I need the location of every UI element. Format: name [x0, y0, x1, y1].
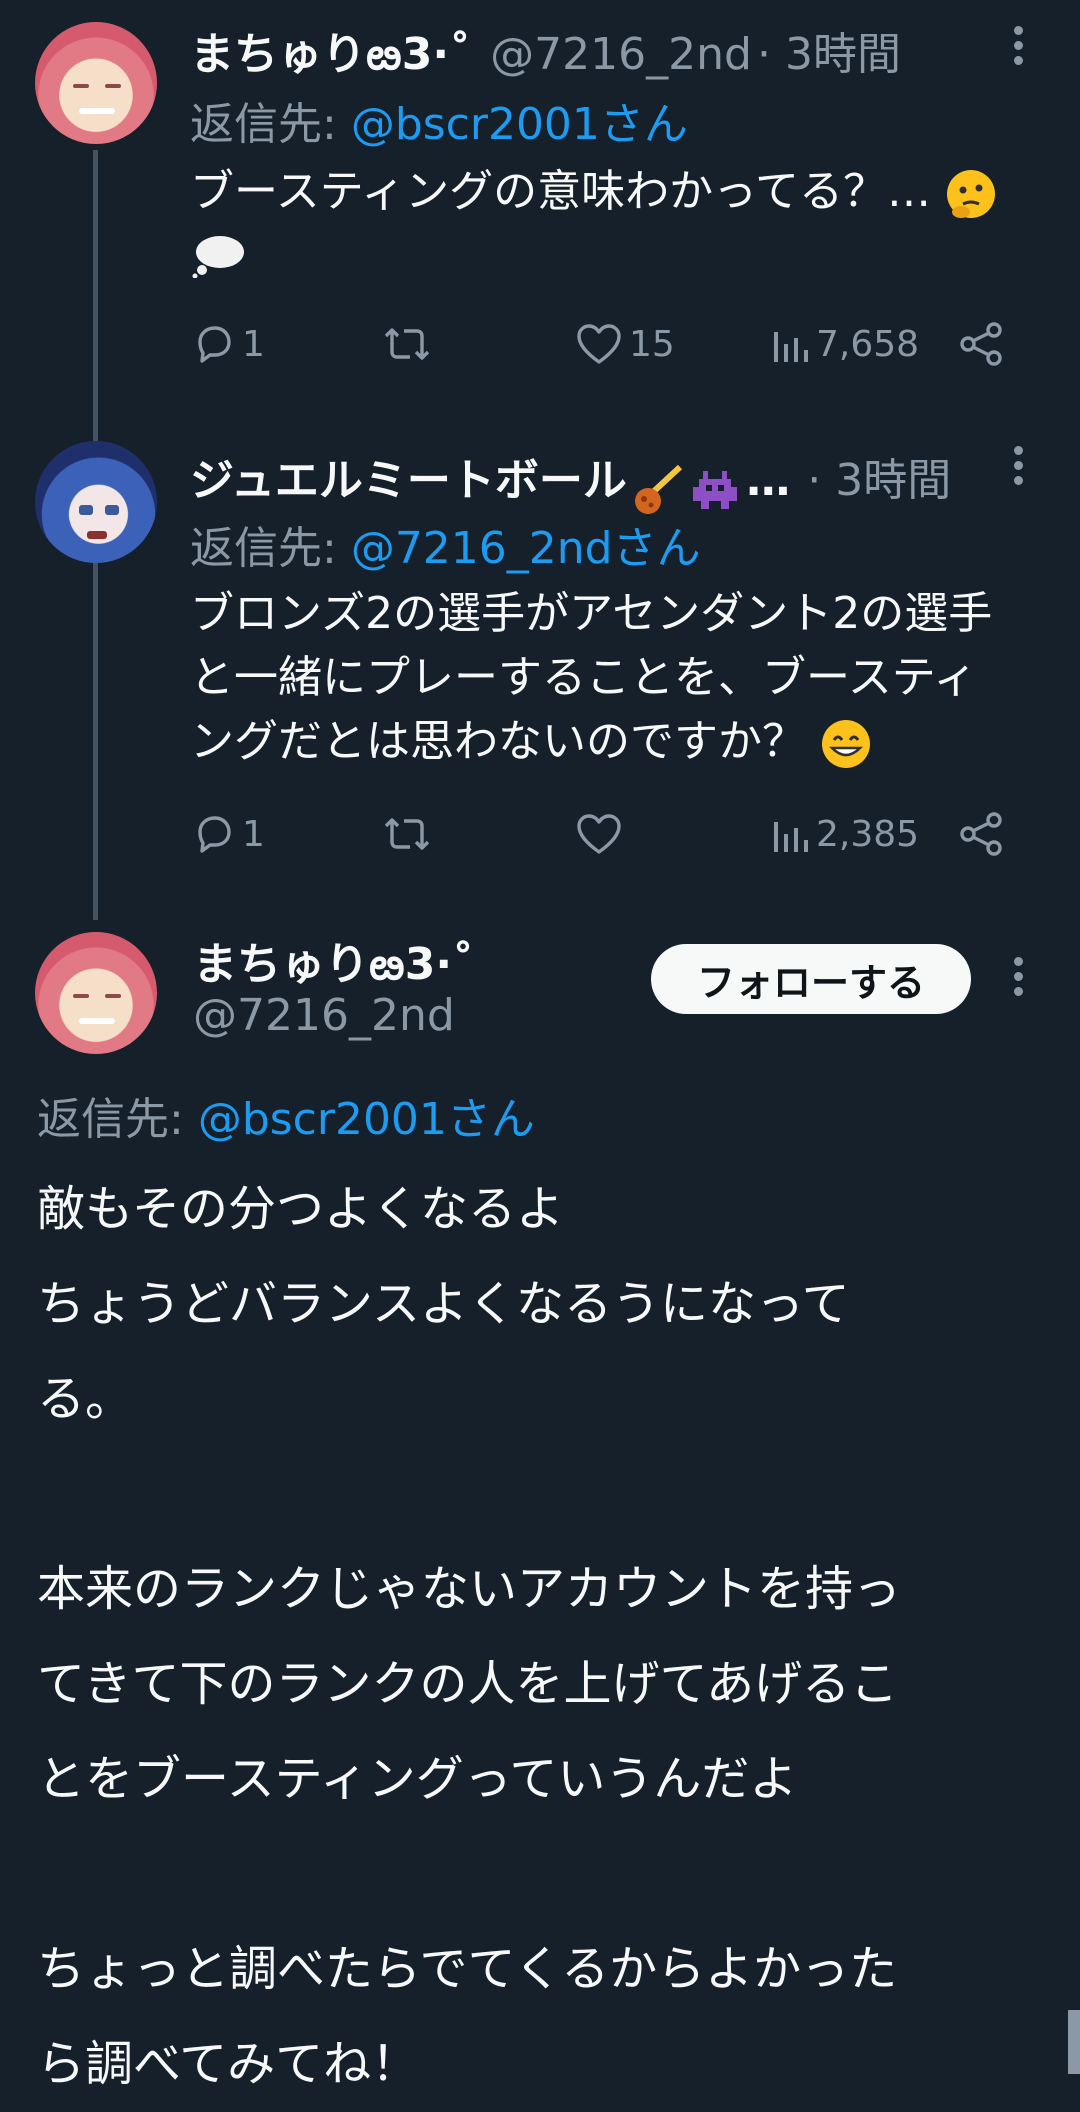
name-ellipsis: …: [746, 455, 791, 506]
reply-count: 1: [242, 813, 265, 855]
like-icon: [577, 324, 621, 364]
like-button[interactable]: [575, 812, 623, 856]
retweet-icon: [384, 818, 430, 850]
tweet-body: 敵もその分つよくなるよ ちょうどバランスよくなるうになって る。 本来のランクじ…: [37, 1162, 901, 2112]
more-icon[interactable]: [1014, 957, 1024, 1001]
grinning-face-icon: [822, 720, 870, 768]
like-icon: [577, 814, 621, 854]
tweet-text-line: と一緒にプレーすることを、ブースティ: [190, 652, 978, 703]
tweet-text-line: る。: [37, 1371, 134, 1427]
reply-icon: [198, 326, 231, 363]
tweet-text-line: てきて下のランクの人を上げてあげるこ: [37, 1656, 899, 1712]
reply-button[interactable]: 1: [192, 322, 265, 366]
share-button[interactable]: [958, 322, 1006, 366]
views-icon: [774, 822, 808, 852]
alien-monster-icon: [693, 470, 738, 509]
tweet-text-line: ングだとは思わないのですか？: [190, 716, 806, 767]
tweet-text-line: 本来のランクじゃないアカウントを持っ: [37, 1561, 902, 1617]
retweet-button[interactable]: [382, 322, 432, 366]
reply-icon: [198, 816, 231, 853]
follow-button[interactable]: フォローする: [651, 944, 971, 1014]
share-icon: [960, 322, 1002, 366]
reply-mention[interactable]: @bscr2001さん: [351, 99, 688, 150]
reply-button[interactable]: 1: [192, 812, 265, 856]
tweet-text-line: ちょっと調べたらでてくるからよかった: [37, 1941, 898, 1997]
more-icon[interactable]: [1014, 446, 1024, 490]
avatar[interactable]: [35, 441, 157, 563]
tweet-text-line: [37, 1827, 901, 1922]
views-button[interactable]: 7,658: [770, 322, 919, 366]
share-icon: [960, 812, 1002, 856]
author-name[interactable]: ジュエルミートボール: [190, 455, 627, 506]
view-count: 2,385: [816, 813, 920, 855]
reply-mention[interactable]: @7216_2ndさん: [351, 523, 701, 574]
tweet-text-line: 敵もその分つよくなるよ: [37, 1181, 565, 1237]
author-name[interactable]: まちゅりఴ3·˚: [193, 939, 474, 990]
tweet-text-line: とをブースティングっていうんだよ: [37, 1751, 798, 1807]
avatar[interactable]: [35, 22, 157, 144]
timestamp[interactable]: · 3時間: [757, 29, 901, 80]
tweet-text: ブースティングの意味わかってる？…: [190, 166, 931, 217]
retweet-icon: [384, 328, 430, 360]
reply-to-label: 返信先:: [37, 1094, 198, 1145]
like-button[interactable]: 15: [575, 322, 675, 366]
like-count: 15: [629, 323, 675, 365]
reply-count: 1: [242, 323, 265, 365]
meteor-icon: [635, 464, 683, 514]
author-name[interactable]: まちゅりఴ3·˚: [190, 29, 471, 80]
more-icon[interactable]: [1014, 26, 1024, 70]
author-handle[interactable]: @7216_2nd: [490, 29, 752, 80]
share-button[interactable]: [958, 812, 1006, 856]
retweet-button[interactable]: [382, 812, 432, 856]
view-count: 7,658: [816, 323, 920, 365]
tweet-text-line: ブロンズ2の選手がアセンダント2の選手: [190, 588, 993, 639]
tweet-text: ブロンズ2の選手がアセンダント2の選手 と一緒にプレーすることを、ブースティ ン…: [190, 582, 992, 774]
thought-balloon-icon: [192, 236, 244, 279]
views-icon: [774, 332, 808, 362]
author-handle[interactable]: @7216_2nd: [193, 990, 455, 1041]
scrollbar[interactable]: [1068, 2010, 1080, 2074]
reply-to-label: 返信先:: [190, 99, 351, 150]
tweet-text-line: ら調べてみてね！: [37, 2036, 420, 2092]
timestamp[interactable]: · 3時間: [807, 455, 951, 506]
tweet-text-line: [37, 1447, 901, 1542]
thinking-face-icon: [946, 170, 995, 218]
reply-to-label: 返信先:: [190, 523, 351, 574]
tweet-text-line: ちょうどバランスよくなるうになって: [37, 1276, 850, 1332]
reply-mention[interactable]: @bscr2001さん: [198, 1094, 535, 1145]
avatar[interactable]: [35, 932, 157, 1054]
views-button[interactable]: 2,385: [770, 812, 919, 856]
